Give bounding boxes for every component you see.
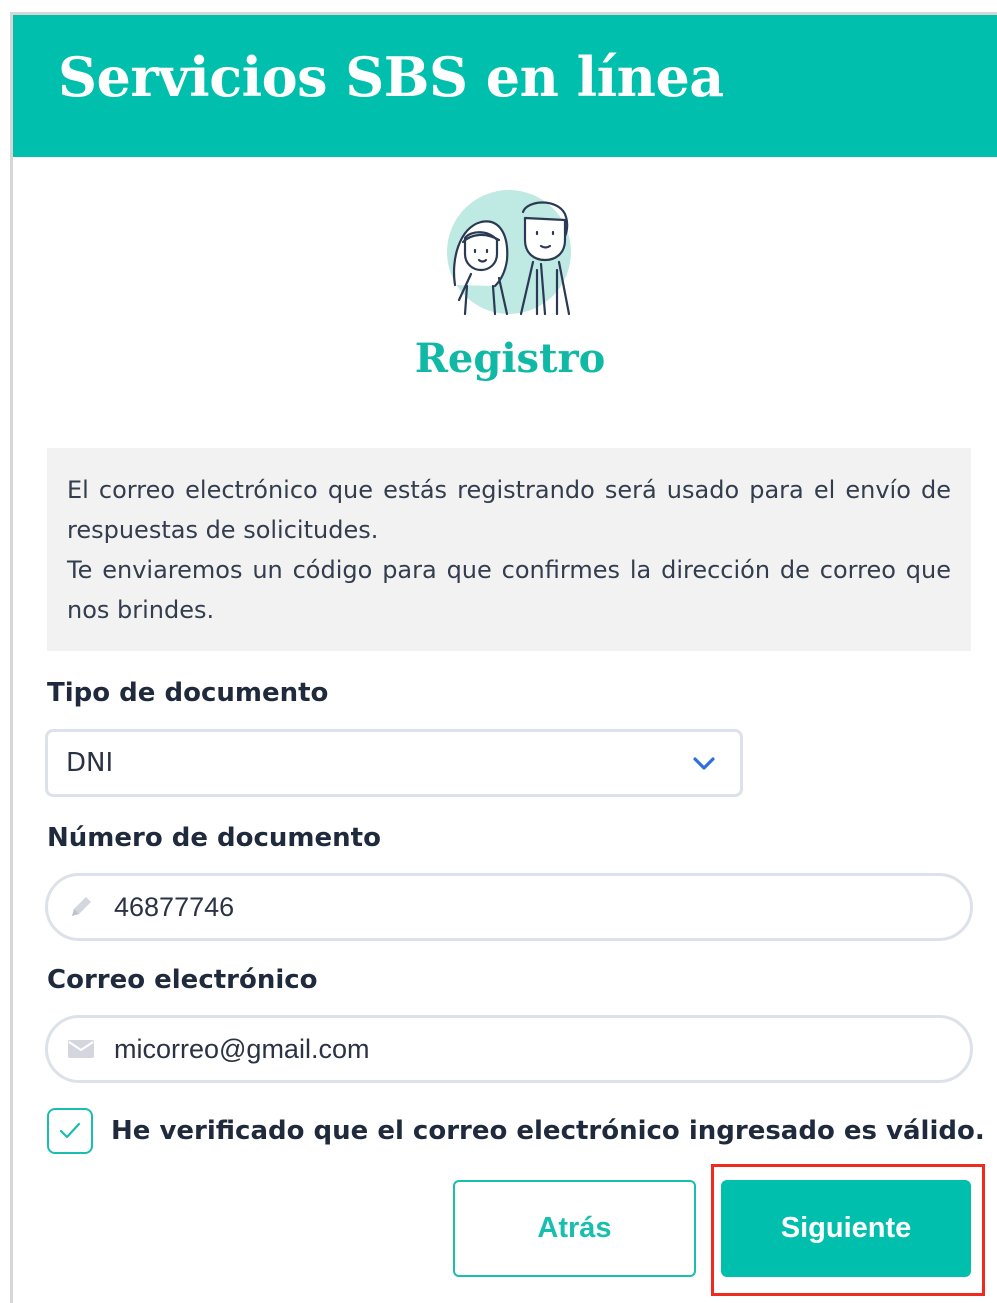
verify-label: He verificado que el correo electrónico … bbox=[111, 1116, 985, 1146]
verify-checkbox[interactable] bbox=[47, 1108, 93, 1154]
notice-line-2: Te enviaremos un código para que confirm… bbox=[67, 556, 951, 624]
doc-number-value: 46877746 bbox=[114, 891, 235, 922]
email-field[interactable]: micorreo@gmail.com bbox=[45, 1015, 973, 1083]
back-button[interactable]: Atrás bbox=[453, 1180, 696, 1277]
email-value: micorreo@gmail.com bbox=[114, 1033, 370, 1064]
chevron-down-icon bbox=[690, 749, 718, 777]
page-title: Registro bbox=[414, 335, 606, 382]
header-bar: Servicios SBS en línea bbox=[13, 15, 997, 157]
doc-type-select[interactable]: DNI bbox=[45, 729, 743, 797]
doc-number-label: Número de documento bbox=[47, 823, 381, 853]
doc-type-value: DNI bbox=[66, 748, 114, 778]
registration-illustration bbox=[441, 190, 581, 316]
doc-number-field[interactable]: 46877746 bbox=[45, 873, 973, 941]
doc-type-label: Tipo de documento bbox=[47, 678, 329, 708]
check-icon bbox=[59, 1122, 81, 1139]
info-notice: El correo electrónico que estás registra… bbox=[47, 448, 971, 651]
pencil-icon bbox=[66, 892, 96, 922]
email-label: Correo electrónico bbox=[47, 965, 318, 995]
envelope-icon bbox=[66, 1034, 96, 1064]
header-title: Servicios SBS en línea bbox=[58, 45, 724, 109]
next-button-highlight bbox=[711, 1164, 985, 1296]
notice-line-1: El correo electrónico que estás registra… bbox=[67, 476, 951, 544]
verify-row: He verificado que el correo electrónico … bbox=[47, 1108, 985, 1154]
